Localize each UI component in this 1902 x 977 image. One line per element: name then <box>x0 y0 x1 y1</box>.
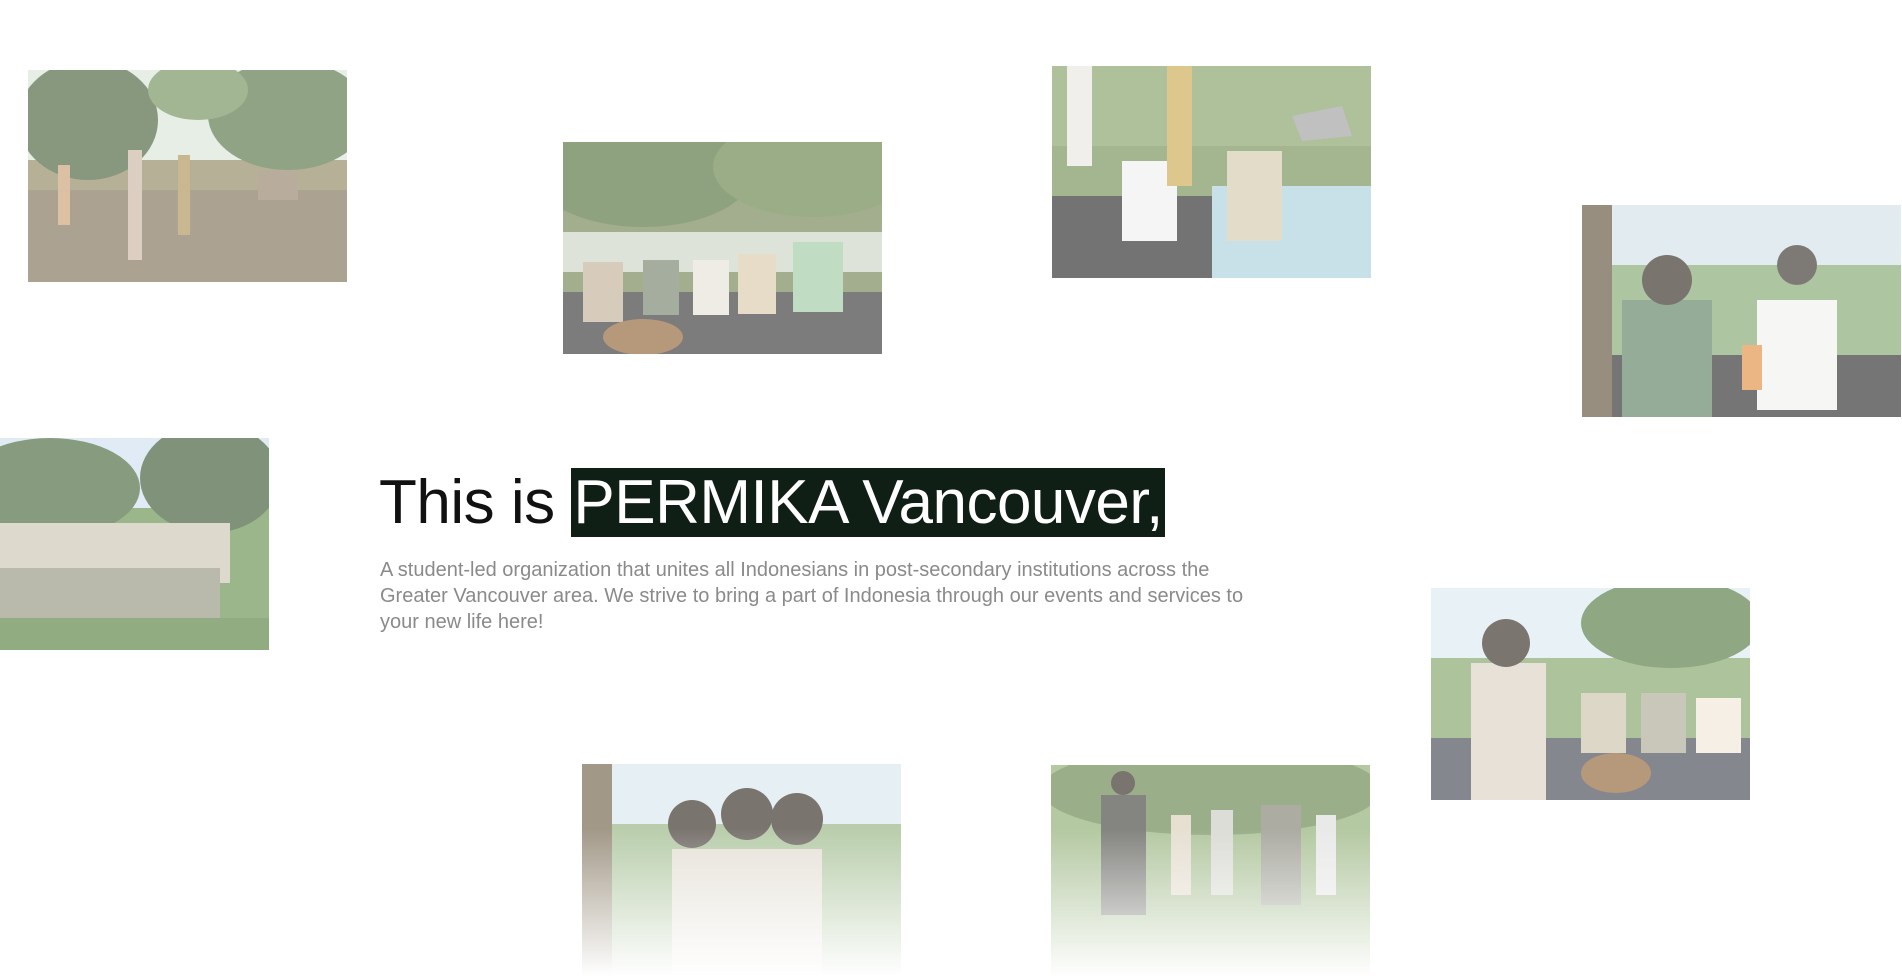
hero-headline: This is PERMIKA Vancouver, <box>379 463 1165 543</box>
gallery-photo-blanket-sitting <box>1052 66 1371 278</box>
gallery-photo-group-portrait <box>0 438 269 650</box>
hero-description: A student-led organization that unites a… <box>380 559 1244 633</box>
hero-headline-highlight: PERMIKA Vancouver, <box>571 468 1165 537</box>
hero-headline-prefix: This is <box>379 468 555 537</box>
gallery-photo-picnic-group <box>563 142 882 354</box>
gallery-photo-picnic-blanket <box>1431 588 1750 800</box>
gallery-photo-park-group <box>28 70 347 282</box>
gallery-photo-two-friends <box>1582 205 1901 417</box>
gallery-photo-group-walking <box>1051 765 1370 977</box>
gallery-photo-three-friends <box>582 764 901 976</box>
